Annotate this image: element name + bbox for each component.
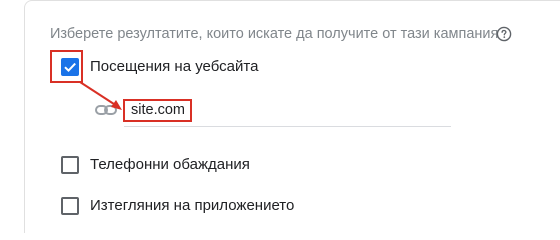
help-circle-icon[interactable] <box>496 26 512 42</box>
website-visits-label[interactable]: Посещения на уебсайта <box>90 58 258 75</box>
url-field-underline <box>124 126 451 127</box>
checkbox-highlight-box <box>50 50 83 83</box>
app-downloads-checkbox[interactable] <box>61 197 79 215</box>
url-highlight-box <box>123 99 192 122</box>
phone-calls-checkbox[interactable] <box>61 156 79 174</box>
phone-calls-label[interactable]: Телефонни обаждания <box>90 156 250 173</box>
instruction-text: Изберете резултатите, които искате да по… <box>50 26 499 42</box>
link-icon <box>95 105 117 115</box>
app-downloads-label[interactable]: Изтегляния на приложението <box>90 197 294 214</box>
